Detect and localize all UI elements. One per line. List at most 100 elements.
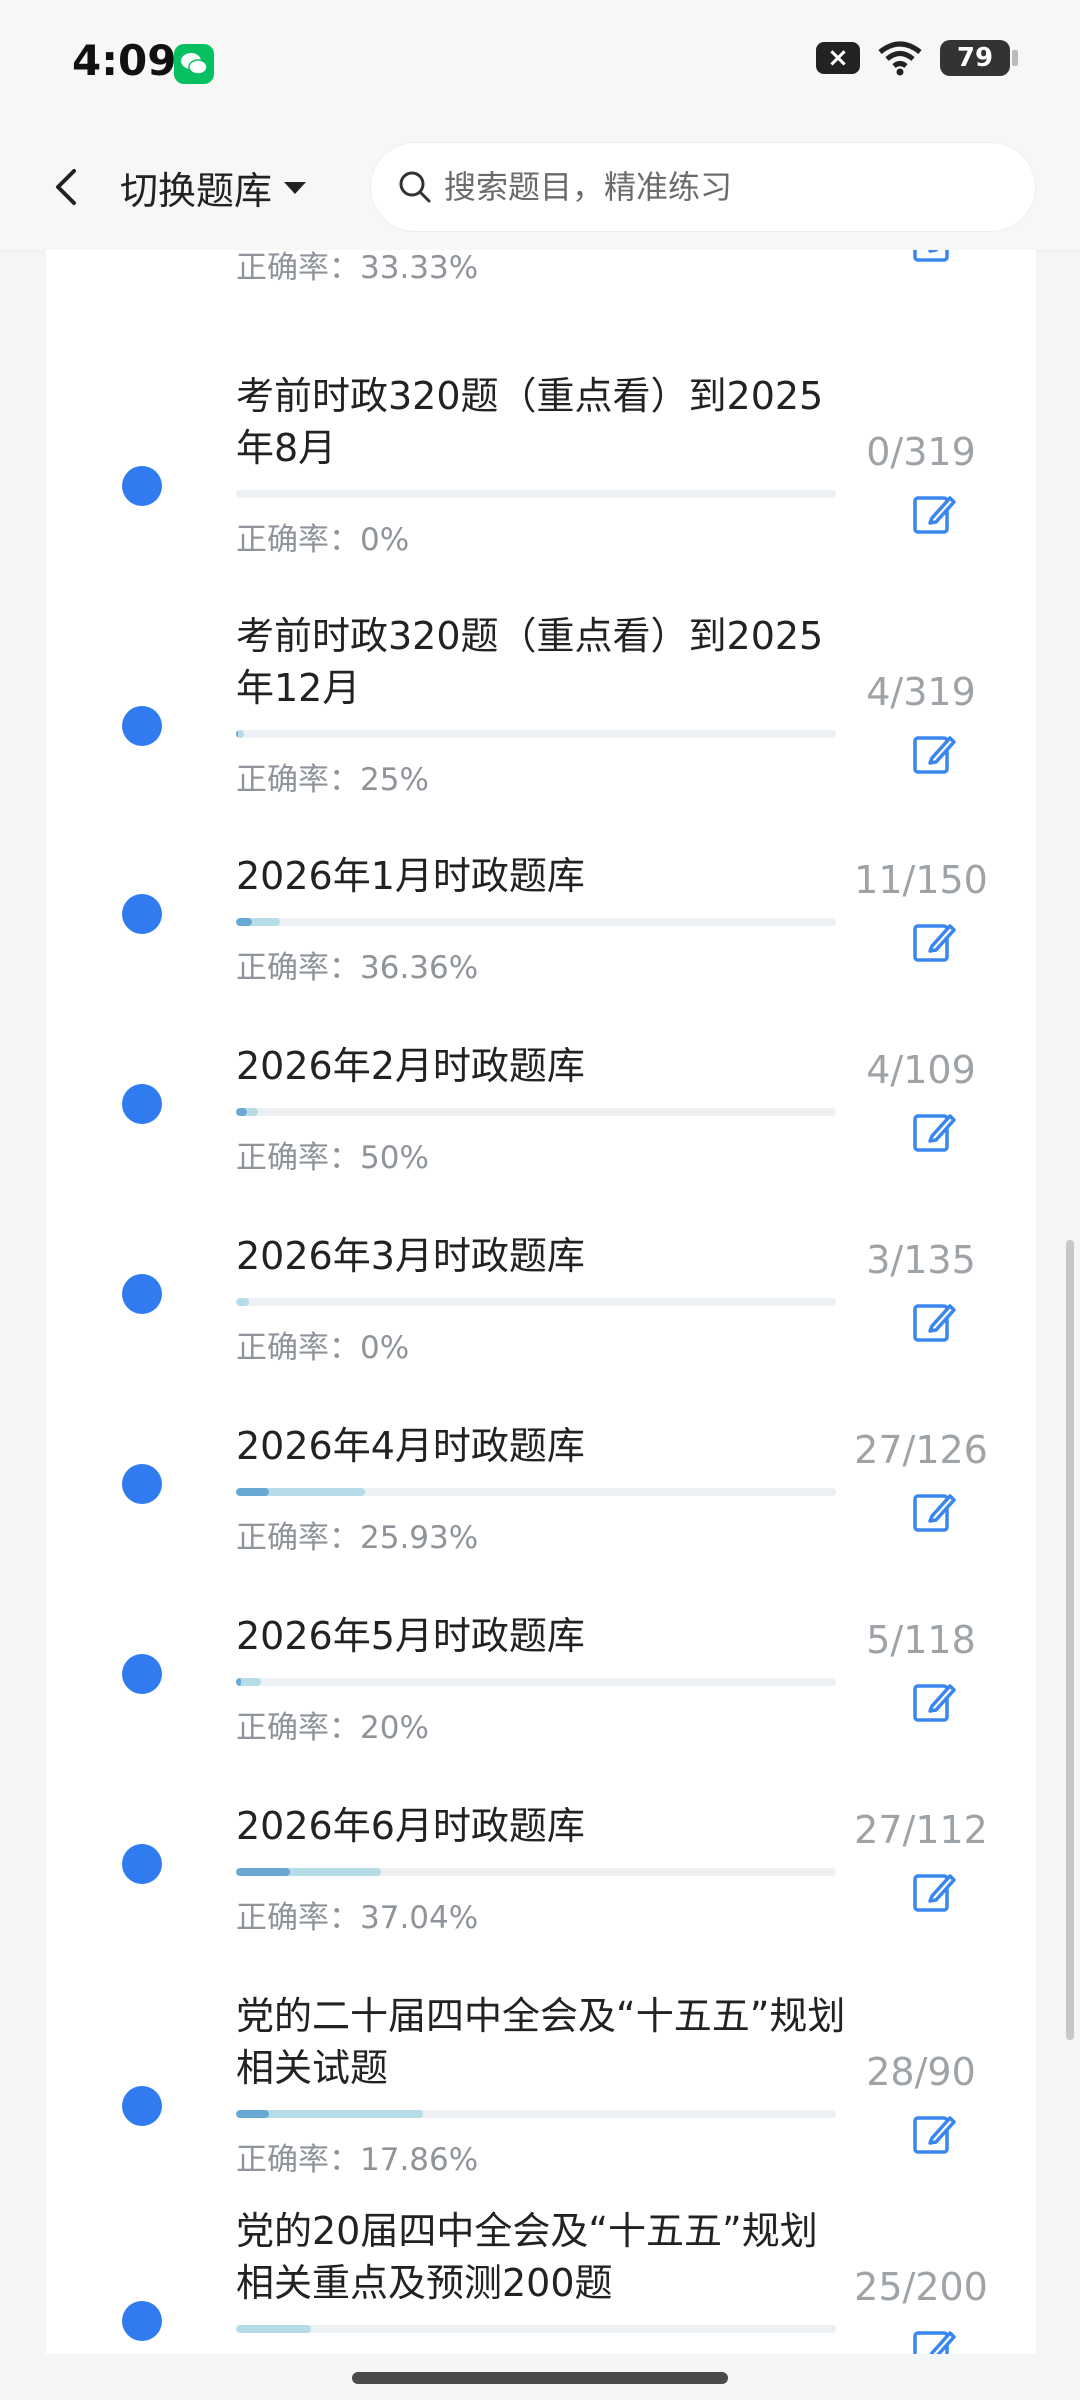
bank-title: 2026年5月时政题库 xyxy=(236,1614,585,1658)
progress-bar xyxy=(236,1678,836,1686)
edit-practice-icon[interactable] xyxy=(912,1870,956,1914)
status-dot xyxy=(122,706,162,746)
question-bank-item[interactable]: 2026年1月时政题库 正确率：36.36% 11/150 xyxy=(46,830,1036,1020)
progress-bar xyxy=(236,1298,836,1306)
progress-count: 5/118 xyxy=(866,1618,976,1662)
bank-title: 2026年1月时政题库 xyxy=(236,854,585,898)
accuracy-bar-fill xyxy=(236,2110,270,2118)
status-dot xyxy=(122,894,162,934)
progress-bar xyxy=(236,1488,836,1496)
progress-count: 4/319 xyxy=(866,670,976,714)
accuracy-text: 正确率：33.33% xyxy=(236,250,479,286)
accuracy-text: 正确率：20% xyxy=(236,1710,429,1746)
question-bank-item[interactable]: 2026年6月时政题库 正确率：37.04% 27/112 xyxy=(46,1780,1036,1970)
bank-title: 2026年2月时政题库 xyxy=(236,1044,585,1088)
progress-count: 27/112 xyxy=(854,1808,988,1852)
progress-bar-fill xyxy=(236,730,244,738)
question-bank-item[interactable]: 2026年5月时政题库 正确率：20% 5/118 xyxy=(46,1590,1036,1780)
question-bank-item[interactable]: 考前时政320题（重点看）到2025年12月 正确率：25% 4/319 xyxy=(46,590,1036,830)
progress-bar-fill xyxy=(236,2110,423,2118)
progress-bar xyxy=(236,2325,836,2333)
home-indicator[interactable] xyxy=(352,2372,728,2384)
edit-practice-icon[interactable] xyxy=(912,1490,956,1534)
progress-bar-fill xyxy=(236,1298,250,1306)
question-bank-item[interactable]: 党的二十届四中全会及“十五五”规划相关试题 正确率：17.86% 28/90 xyxy=(46,1970,1036,2185)
bank-title: 2026年6月时政题库 xyxy=(236,1804,585,1848)
scrollbar[interactable] xyxy=(1066,1240,1074,2040)
accuracy-bar-fill xyxy=(236,1678,242,1686)
accuracy-text: 正确率：0% xyxy=(236,1330,410,1366)
status-dot xyxy=(122,1654,162,1694)
progress-count: 3/135 xyxy=(866,1238,976,1282)
accuracy-text: 正确率：0% xyxy=(236,522,410,558)
close-notification-icon: × xyxy=(816,42,860,74)
bank-title: 考前时政320题（重点看）到2025年12月 xyxy=(236,614,824,710)
status-dot xyxy=(122,1844,162,1884)
status-dot xyxy=(122,1084,162,1124)
accuracy-text: 正确率：36.36% xyxy=(236,950,479,986)
progress-bar xyxy=(236,2110,836,2118)
bank-title: 2026年3月时政题库 xyxy=(236,1234,585,1278)
status-dot xyxy=(122,2301,162,2341)
progress-count: 28/90 xyxy=(866,2050,976,2094)
app-header: 切换题库 xyxy=(0,124,1080,251)
question-bank-item[interactable]: 2026年2月时政题库 正确率：50% 4/109 xyxy=(46,1020,1036,1210)
progress-bar-fill xyxy=(236,1678,262,1686)
progress-bar xyxy=(236,1108,836,1116)
status-icons: × 79 xyxy=(816,40,1018,76)
progress-bar xyxy=(236,918,836,926)
search-icon xyxy=(399,171,431,203)
switch-bank-label: 切换题库 xyxy=(120,169,273,213)
edit-practice-icon[interactable] xyxy=(912,250,956,264)
edit-practice-icon[interactable] xyxy=(912,1300,956,1344)
progress-bar-fill xyxy=(236,1488,365,1496)
progress-count: 27/126 xyxy=(854,1428,988,1472)
progress-bar xyxy=(236,490,836,498)
edit-practice-icon[interactable] xyxy=(912,2327,956,2354)
accuracy-bar-fill xyxy=(236,730,238,738)
edit-practice-icon[interactable] xyxy=(912,1110,956,1154)
back-button[interactable] xyxy=(38,159,94,215)
question-bank-item[interactable]: 正确率：33.33% xyxy=(46,250,1036,350)
bank-title: 2026年4月时政题库 xyxy=(236,1424,585,1468)
accuracy-text: 正确率：25% xyxy=(236,762,429,798)
accuracy-text: 正确率：17.86% xyxy=(236,2142,479,2178)
question-bank-item[interactable]: 考前时政320题（重点看）到2025年8月 正确率：0% 0/319 xyxy=(46,350,1036,590)
bank-title: 党的二十届四中全会及“十五五”规划相关试题 xyxy=(236,1994,846,2090)
accuracy-text: 正确率：25.93% xyxy=(236,1520,479,1556)
question-bank-item[interactable]: 2026年4月时政题库 正确率：25.93% 27/126 xyxy=(46,1400,1036,1590)
progress-count: 4/109 xyxy=(866,1048,976,1092)
edit-practice-icon[interactable] xyxy=(912,920,956,964)
progress-count: 25/200 xyxy=(854,2265,988,2309)
accuracy-text: 正确率：50% xyxy=(236,1140,429,1176)
caret-down-icon xyxy=(284,181,307,194)
edit-practice-icon[interactable] xyxy=(912,732,956,776)
search-box[interactable] xyxy=(370,142,1036,232)
edit-practice-icon[interactable] xyxy=(912,1680,956,1724)
progress-bar-fill xyxy=(236,1868,381,1876)
switch-bank-dropdown[interactable]: 切换题库 xyxy=(120,160,308,215)
accuracy-bar-fill xyxy=(236,918,252,926)
accuracy-bar-fill xyxy=(236,1108,247,1116)
accuracy-bar-fill xyxy=(236,1488,270,1496)
wechat-icon xyxy=(174,44,214,84)
bank-title: 党的20届四中全会及“十五五”规划相关重点及预测200题 xyxy=(236,2209,818,2305)
progress-count: 0/319 xyxy=(866,430,976,474)
status-dot xyxy=(122,1464,162,1504)
progress-bar-fill xyxy=(236,918,280,926)
question-bank-item[interactable]: 党的20届四中全会及“十五五”规划相关重点及预测200题 25/200 xyxy=(46,2185,1036,2354)
progress-bar xyxy=(236,730,836,738)
question-bank-item[interactable]: 2026年3月时政题库 正确率：0% 3/135 xyxy=(46,1210,1036,1400)
edit-practice-icon[interactable] xyxy=(912,492,956,536)
status-dot xyxy=(122,1274,162,1314)
edit-practice-icon[interactable] xyxy=(912,2112,956,2156)
progress-bar-fill xyxy=(236,2325,311,2333)
search-input[interactable] xyxy=(442,167,1006,207)
accuracy-bar-fill xyxy=(236,1868,290,1876)
progress-count: 11/150 xyxy=(854,858,988,902)
chevron-left-icon xyxy=(56,169,76,205)
status-time: 4:09 xyxy=(72,36,177,85)
question-bank-list: 正确率：33.33% 考前时政320题（重点看）到2025年8月 正确率：0% … xyxy=(46,250,1036,2354)
wifi-icon xyxy=(878,41,922,76)
status-bar: 4:09 × 79 xyxy=(0,0,1080,124)
